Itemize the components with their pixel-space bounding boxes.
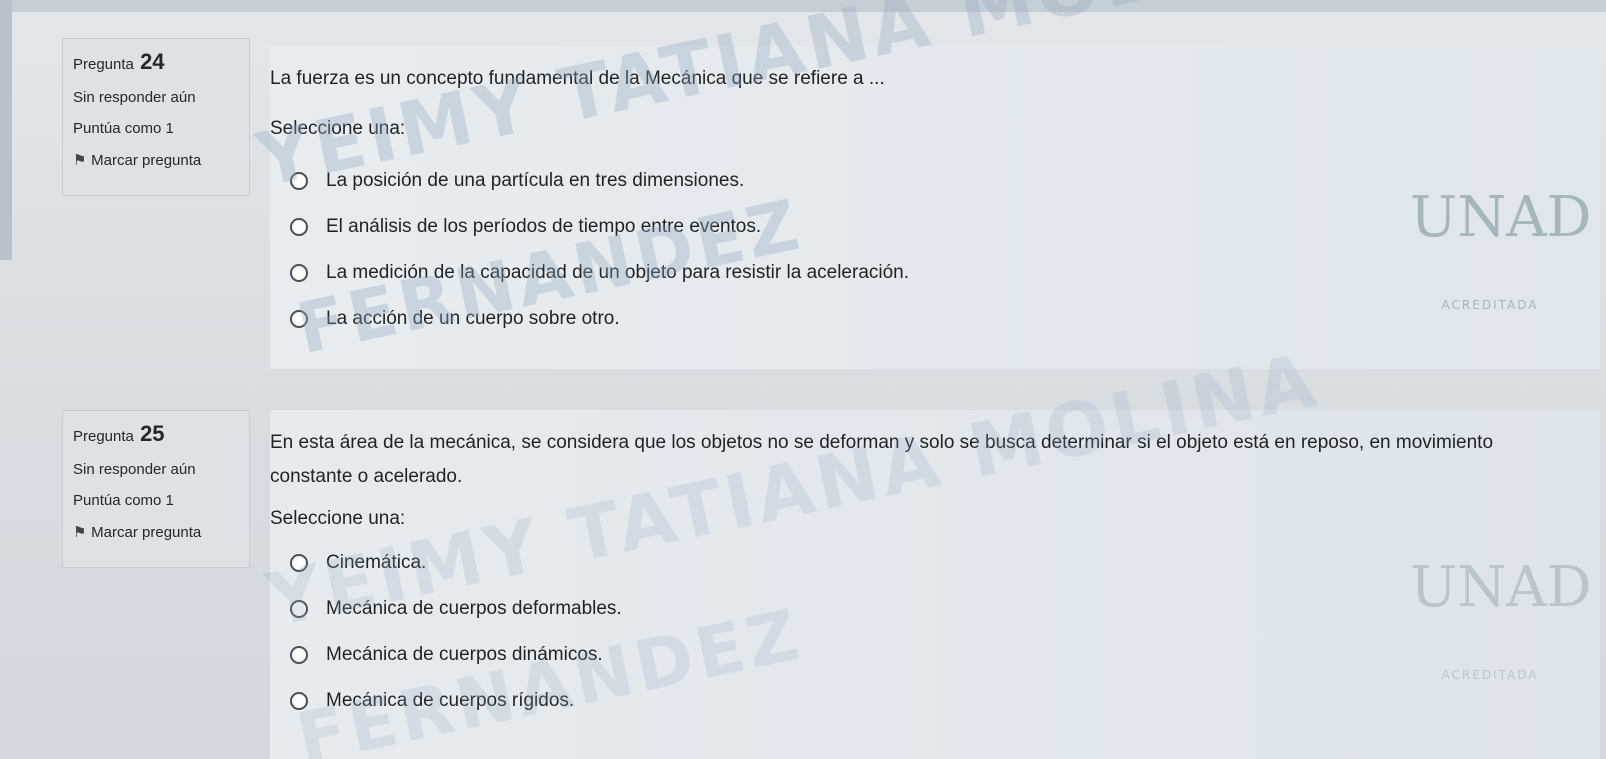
answer-option[interactable]: Cinemática.: [290, 540, 1600, 586]
question-number-value: 24: [140, 49, 165, 74]
question-label: Pregunta: [73, 56, 134, 73]
radio-button[interactable]: [290, 310, 308, 328]
answer-option[interactable]: Mecánica de cuerpos dinámicos.: [290, 632, 1600, 678]
flag-icon: ⚑: [73, 152, 87, 169]
flag-icon: ⚑: [73, 524, 87, 541]
question-status: Sin responder aún: [73, 461, 196, 478]
question-info: Pregunta 25 Sin responder aún Puntúa com…: [62, 410, 250, 568]
answer-list: Cinemática. Mecánica de cuerpos deformab…: [270, 540, 1600, 724]
answer-option[interactable]: El análisis de los períodos de tiempo en…: [290, 204, 1600, 250]
answer-prompt: Seleccione una:: [270, 118, 406, 139]
question-content: La fuerza es un concepto fundamental de …: [270, 46, 1600, 369]
question-text: En esta área de la mecánica, se consider…: [270, 432, 1494, 487]
answer-option[interactable]: Mecánica de cuerpos rígidos.: [290, 678, 1600, 724]
flag-question-label: Marcar pregunta: [91, 524, 202, 541]
question-number-value: 25: [140, 421, 165, 446]
radio-button[interactable]: [290, 264, 308, 282]
question-text: La fuerza es un concepto fundamental de …: [270, 68, 885, 89]
answer-label: Cinemática.: [326, 552, 427, 573]
radio-button[interactable]: [290, 554, 308, 572]
answer-label: Mecánica de cuerpos dinámicos.: [326, 644, 603, 665]
answer-option[interactable]: La posición de una partícula en tres dim…: [290, 158, 1600, 204]
question-content: En esta área de la mecánica, se consider…: [270, 410, 1600, 759]
radio-button[interactable]: [290, 218, 308, 236]
question-number: Pregunta 24: [73, 49, 249, 75]
question-score: Puntúa como 1: [73, 120, 174, 137]
flag-question-label: Marcar pregunta: [91, 152, 202, 169]
flag-question-link[interactable]: ⚑ Marcar pregunta: [73, 151, 249, 169]
answer-option[interactable]: Mecánica de cuerpos deformables.: [290, 586, 1600, 632]
answer-label: La medición de la capacidad de un objeto…: [326, 262, 910, 283]
radio-button[interactable]: [290, 172, 308, 190]
answer-label: La acción de un cuerpo sobre otro.: [326, 308, 620, 329]
question-status: Sin responder aún: [73, 89, 196, 106]
question-score: Puntúa como 1: [73, 492, 174, 509]
answer-option[interactable]: La acción de un cuerpo sobre otro.: [290, 296, 1600, 342]
question-label: Pregunta: [73, 428, 134, 445]
answer-prompt: Seleccione una:: [270, 508, 406, 529]
radio-button[interactable]: [290, 646, 308, 664]
quiz-page: Pregunta 24 Sin responder aún Puntúa com…: [0, 0, 1606, 759]
left-strip: [0, 0, 12, 260]
top-band: [0, 0, 1606, 12]
answer-list: La posición de una partícula en tres dim…: [270, 158, 1600, 342]
question-info: Pregunta 24 Sin responder aún Puntúa com…: [62, 38, 250, 196]
question-25: Pregunta 25 Sin responder aún Puntúa com…: [62, 410, 1606, 759]
radio-button[interactable]: [290, 600, 308, 618]
answer-label: Mecánica de cuerpos deformables.: [326, 598, 622, 619]
question-number: Pregunta 25: [73, 421, 249, 447]
answer-option[interactable]: La medición de la capacidad de un objeto…: [290, 250, 1600, 296]
answer-label: La posición de una partícula en tres dim…: [326, 170, 745, 191]
answer-label: El análisis de los períodos de tiempo en…: [326, 216, 762, 237]
flag-question-link[interactable]: ⚑ Marcar pregunta: [73, 523, 249, 541]
answer-label: Mecánica de cuerpos rígidos.: [326, 690, 575, 711]
question-24: Pregunta 24 Sin responder aún Puntúa com…: [62, 38, 1606, 369]
radio-button[interactable]: [290, 692, 308, 710]
